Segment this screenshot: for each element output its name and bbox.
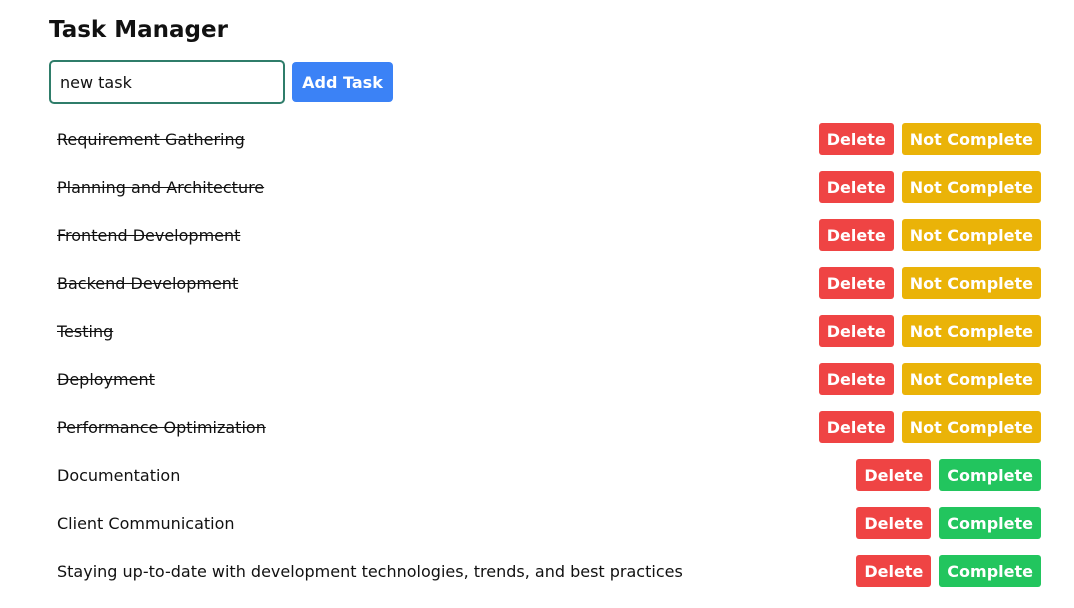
delete-button[interactable]: Delete	[856, 507, 932, 539]
delete-button[interactable]: Delete	[818, 315, 894, 347]
toggle-complete-button[interactable]: Complete	[939, 555, 1041, 587]
delete-button[interactable]: Delete	[856, 459, 932, 491]
task-actions: Delete Not Complete	[818, 267, 1041, 299]
delete-button[interactable]: Delete	[818, 411, 894, 443]
task-actions: Delete Not Complete	[818, 219, 1041, 251]
task-actions: Delete Not Complete	[818, 363, 1041, 395]
task-row: Client Communication Delete Complete	[57, 499, 1041, 547]
task-label: Testing	[57, 321, 114, 341]
toggle-complete-button[interactable]: Not Complete	[901, 363, 1041, 395]
page-title: Task Manager	[49, 17, 228, 43]
delete-button[interactable]: Delete	[818, 219, 894, 251]
delete-button[interactable]: Delete	[818, 267, 894, 299]
toggle-complete-button[interactable]: Complete	[939, 459, 1041, 491]
task-actions: Delete Not Complete	[818, 315, 1041, 347]
toggle-complete-button[interactable]: Not Complete	[901, 123, 1041, 155]
task-label: Staying up-to-date with development tech…	[57, 561, 683, 581]
delete-button[interactable]: Delete	[818, 171, 894, 203]
delete-button[interactable]: Delete	[818, 123, 894, 155]
task-actions: Delete Complete	[856, 555, 1041, 587]
toggle-complete-button[interactable]: Not Complete	[901, 411, 1041, 443]
task-row: Deployment Delete Not Complete	[57, 355, 1041, 403]
task-label: Deployment	[57, 369, 155, 389]
task-actions: Delete Complete	[856, 507, 1041, 539]
toggle-complete-button[interactable]: Not Complete	[901, 267, 1041, 299]
task-row: Requirement Gathering Delete Not Complet…	[57, 115, 1041, 163]
task-row: Staying up-to-date with development tech…	[57, 547, 1041, 595]
task-label: Frontend Development	[57, 225, 241, 245]
task-actions: Delete Not Complete	[818, 123, 1041, 155]
task-actions: Delete Complete	[856, 459, 1041, 491]
toggle-complete-button[interactable]: Not Complete	[901, 171, 1041, 203]
toggle-complete-button[interactable]: Not Complete	[901, 315, 1041, 347]
task-label: Planning and Architecture	[57, 177, 265, 197]
task-row: Documentation Delete Complete	[57, 451, 1041, 499]
add-task-form: Add Task	[49, 60, 393, 104]
task-label: Client Communication	[57, 513, 235, 533]
task-label: Requirement Gathering	[57, 129, 245, 149]
delete-button[interactable]: Delete	[856, 555, 932, 587]
task-row: Backend Development Delete Not Complete	[57, 259, 1041, 307]
delete-button[interactable]: Delete	[818, 363, 894, 395]
task-row: Planning and Architecture Delete Not Com…	[57, 163, 1041, 211]
task-label: Backend Development	[57, 273, 239, 293]
toggle-complete-button[interactable]: Complete	[939, 507, 1041, 539]
task-row: Testing Delete Not Complete	[57, 307, 1041, 355]
task-row: Performance Optimization Delete Not Comp…	[57, 403, 1041, 451]
task-label: Performance Optimization	[57, 417, 266, 437]
task-actions: Delete Not Complete	[818, 171, 1041, 203]
task-input[interactable]	[49, 60, 285, 104]
task-list: Requirement Gathering Delete Not Complet…	[57, 115, 1041, 595]
task-actions: Delete Not Complete	[818, 411, 1041, 443]
add-task-button[interactable]: Add Task	[292, 62, 393, 102]
toggle-complete-button[interactable]: Not Complete	[901, 219, 1041, 251]
task-row: Frontend Development Delete Not Complete	[57, 211, 1041, 259]
task-label: Documentation	[57, 465, 181, 485]
